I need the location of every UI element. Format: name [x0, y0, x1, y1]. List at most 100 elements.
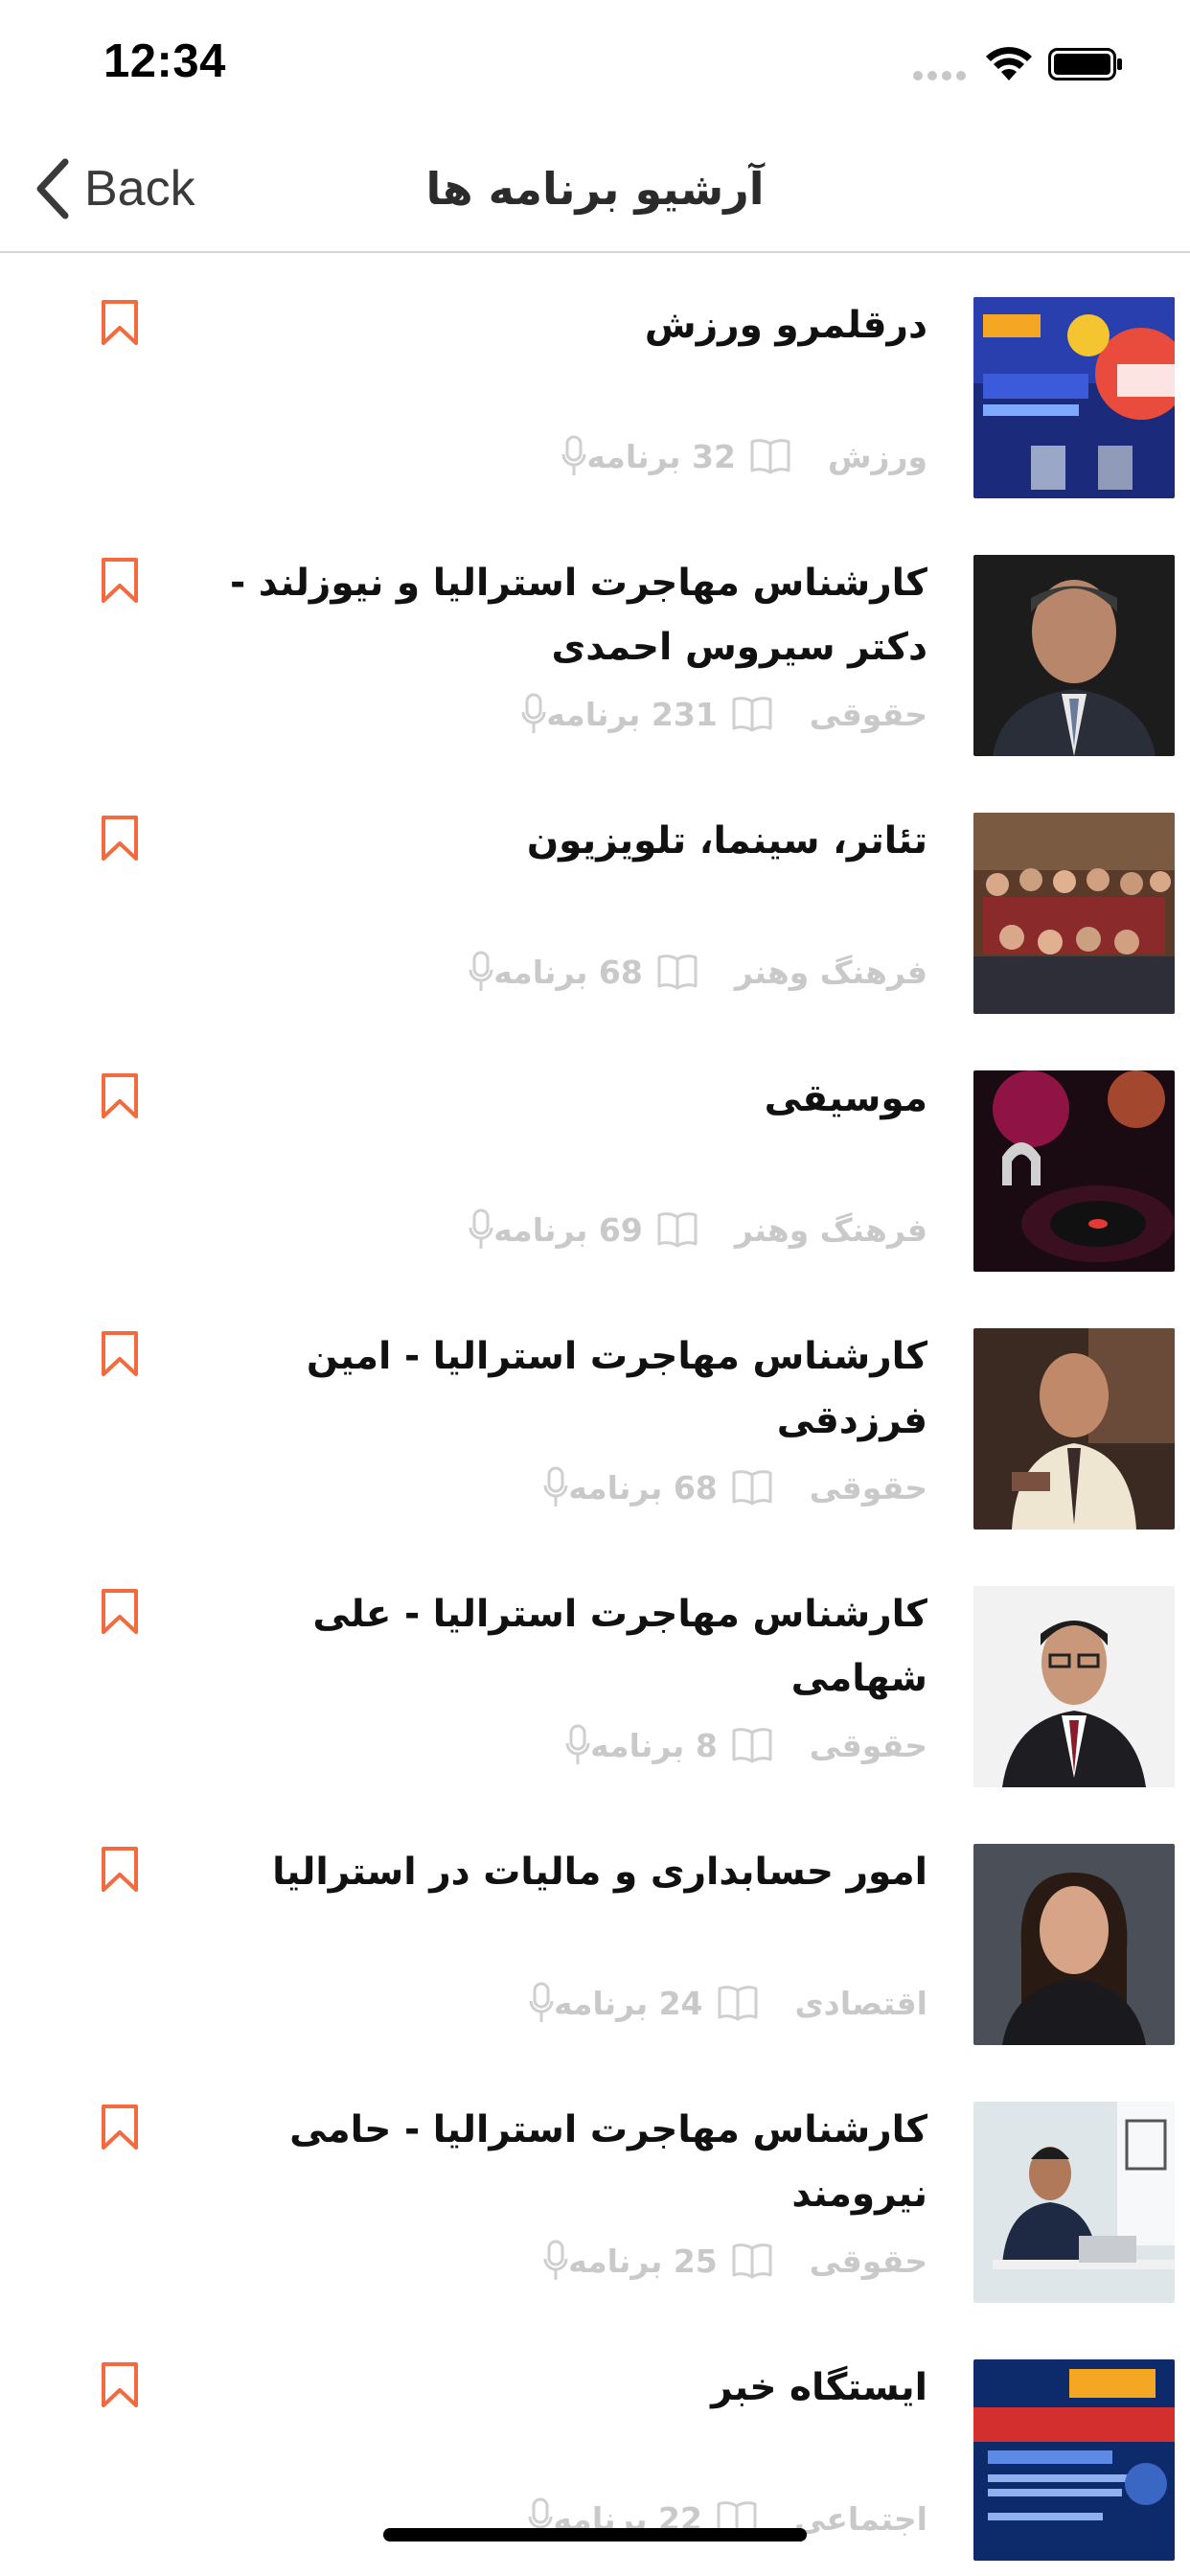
category: اقتصادی: [703, 1985, 927, 2022]
back-label: Back: [84, 161, 195, 217]
bookmark-icon[interactable]: [100, 299, 140, 347]
program-title: تئاتر، سینما، تلویزیون: [526, 819, 927, 862]
category-label: حقوقی: [809, 1468, 927, 1506]
portrait-woman-image: [973, 1844, 1175, 2045]
category: حقوقی: [718, 1469, 927, 1506]
microphone-icon: [543, 2240, 568, 2280]
episode-count-label: 68 برنامه: [493, 953, 643, 991]
bookmark-icon[interactable]: [100, 557, 140, 605]
episode-count: 68 برنامه: [528, 1466, 718, 1508]
program-thumbnail: [973, 297, 1175, 498]
microphone-icon: [521, 693, 546, 733]
navigation-bar: Back آرشیو برنامه ها: [0, 126, 1190, 253]
microphone-icon: [529, 1982, 554, 2022]
category: فرهنگ وهنر: [643, 1211, 927, 1249]
category: حقوقی: [718, 1727, 927, 1764]
microphone-icon: [561, 435, 586, 475]
dj-turntable-image: [973, 1070, 1175, 1272]
bookmark-icon[interactable]: [100, 2104, 140, 2151]
episode-count-label: 24 برنامه: [553, 1984, 703, 2022]
program-meta: 24 برنامه اقتصادی: [514, 1980, 927, 2026]
bookmark-icon[interactable]: [100, 2361, 140, 2409]
program-row[interactable]: کارشناس مهاجرت استرالیا - حامی نیرومند 2…: [0, 2059, 1190, 2317]
program-row[interactable]: کارشناس مهاجرت استرالیا - امین فرزدقی 68…: [0, 1286, 1190, 1544]
episode-count-label: 68 برنامه: [568, 1468, 718, 1506]
program-meta: 32 برنامه ورزش: [546, 433, 927, 479]
episode-count-label: 25 برنامه: [568, 2242, 718, 2280]
category-label: اجتماعی: [793, 2499, 927, 2538]
chevron-left-icon: [36, 158, 69, 219]
program-thumbnail: [973, 2359, 1175, 2561]
program-row[interactable]: درقلمرو ورزش 32 برنامه ورزش: [0, 255, 1190, 513]
book-icon: [732, 697, 772, 732]
episode-count: 231 برنامه: [506, 693, 718, 735]
bookmark-icon[interactable]: [100, 1330, 140, 1378]
book-icon: [732, 1728, 772, 1763]
microphone-icon: [469, 951, 493, 991]
book-icon: [718, 1986, 758, 2021]
microphone-icon: [469, 1208, 493, 1249]
category: حقوقی: [718, 696, 927, 733]
category: حقوقی: [718, 2242, 927, 2280]
program-title: درقلمرو ورزش: [644, 304, 927, 347]
portrait-man-tie-image: [973, 1328, 1175, 1530]
episode-count-label: 32 برنامه: [586, 437, 736, 475]
program-row[interactable]: کارشناس مهاجرت استرالیا و نیوزلند - دکتر…: [0, 513, 1190, 770]
episode-count: 68 برنامه: [453, 951, 643, 993]
back-button[interactable]: Back: [33, 155, 195, 222]
episode-count: 8 برنامه: [550, 1724, 718, 1766]
page-title: آرشیو برنامه ها: [425, 163, 765, 215]
microphone-icon: [543, 1466, 568, 1506]
program-thumbnail: [973, 1328, 1175, 1530]
category-label: اقتصادی: [794, 1984, 927, 2022]
status-bar: 12:34: [0, 0, 1190, 126]
book-icon: [732, 1470, 772, 1506]
program-thumbnail: [973, 1586, 1175, 1787]
program-title: کارشناس مهاجرت استرالیا - امین فرزدقی: [306, 1335, 927, 1442]
program-thumbnail: [973, 555, 1175, 756]
news-station-poster-image: [973, 2359, 1175, 2561]
episode-count: 32 برنامه: [546, 435, 736, 477]
program-list: درقلمرو ورزش 32 برنامه ورزش کارشناس مهاج…: [0, 255, 1190, 2575]
screen: 12:34 Back آرشیو برنامه ها درقلمرو ورزش …: [0, 0, 1190, 2576]
program-thumbnail: [973, 2102, 1175, 2303]
category: ورزش: [736, 438, 927, 475]
episode-count-label: 231 برنامه: [546, 695, 718, 733]
microphone-icon: [565, 1724, 590, 1764]
home-indicator[interactable]: [383, 2528, 807, 2542]
program-title: کارشناس مهاجرت استرالیا - علی شهامی: [312, 1593, 927, 1700]
portrait-man-glasses-image: [973, 1586, 1175, 1787]
program-row[interactable]: موسیقی 69 برنامه فرهنگ وهنر: [0, 1028, 1190, 1286]
category-label: ورزش: [827, 437, 927, 475]
bookmark-icon[interactable]: [100, 1072, 140, 1120]
program-meta: 231 برنامه حقوقی: [506, 691, 927, 737]
program-meta: 8 برنامه حقوقی: [550, 1722, 927, 1768]
episode-count-label: 8 برنامه: [590, 1726, 718, 1764]
program-row[interactable]: تئاتر، سینما، تلویزیون 68 برنامه فرهنگ و…: [0, 770, 1190, 1028]
episode-count: 24 برنامه: [514, 1982, 703, 2024]
program-thumbnail: [973, 1070, 1175, 1272]
bookmark-icon[interactable]: [100, 1846, 140, 1894]
bookmark-icon[interactable]: [100, 1588, 140, 1636]
program-thumbnail: [973, 813, 1175, 1014]
category-label: حقوقی: [809, 695, 927, 733]
program-title: موسیقی: [764, 1077, 927, 1120]
episode-count: 25 برنامه: [528, 2240, 718, 2282]
category-label: حقوقی: [809, 2242, 927, 2280]
program-title: ایستگاه خبر: [711, 2366, 927, 2409]
book-icon: [750, 439, 790, 474]
program-title: امور حسابداری و مالیات در استرالیا: [272, 1851, 927, 1894]
wifi-icon: [986, 47, 1032, 80]
category: فرهنگ وهنر: [643, 954, 927, 991]
episode-count-label: 69 برنامه: [493, 1210, 643, 1249]
program-row[interactable]: کارشناس مهاجرت استرالیا - علی شهامی 8 بر…: [0, 1544, 1190, 1802]
program-row[interactable]: امور حسابداری و مالیات در استرالیا 24 بر…: [0, 1802, 1190, 2059]
book-icon: [732, 2243, 772, 2279]
bookmark-icon[interactable]: [100, 815, 140, 862]
category-label: فرهنگ وهنر: [734, 953, 927, 991]
program-title: کارشناس مهاجرت استرالیا و نیوزلند - دکتر…: [230, 562, 927, 669]
sports-poster-image: [973, 297, 1175, 498]
program-meta: 68 برنامه حقوقی: [528, 1464, 927, 1510]
program-meta: 69 برنامه فرهنگ وهنر: [453, 1207, 927, 1253]
program-thumbnail: [973, 1844, 1175, 2045]
